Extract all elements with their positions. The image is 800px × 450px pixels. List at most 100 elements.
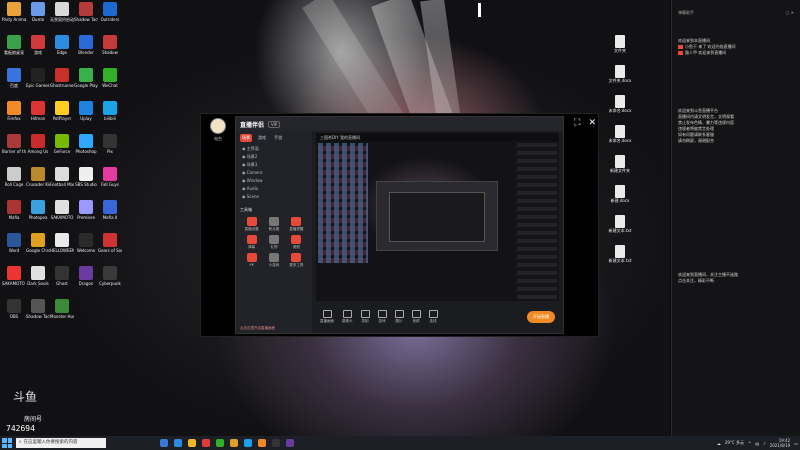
tool-button[interactable]: 更多工具 [287, 253, 306, 268]
source-button[interactable]: 录制 [360, 310, 370, 324]
sidebar-tab[interactable]: 场景 [240, 134, 252, 142]
desktop-icon[interactable]: HELLOWEEN [50, 233, 74, 253]
desktop-icon[interactable]: Photoshop [74, 134, 98, 154]
tool-button[interactable]: 小游戏 [264, 253, 283, 268]
desktop-icon[interactable]: OBS [2, 299, 26, 319]
desktop-icon[interactable]: Ghost [50, 266, 74, 286]
source-button[interactable]: 摄像头 [342, 310, 353, 324]
desktop-icon[interactable]: Pix [98, 134, 122, 154]
desktop-icon[interactable]: Ghostrunner [50, 68, 74, 88]
vip-badge[interactable]: VIP [268, 120, 281, 128]
douyu-icon[interactable] [258, 439, 266, 447]
chat-controls[interactable]: ▢ ✕ [786, 10, 794, 18]
desktop-icon[interactable]: SBS Studio [74, 167, 98, 187]
volume-icon[interactable]: ♪ [763, 441, 766, 446]
weather-text[interactable]: 29°C 多云 [725, 440, 744, 446]
desktop-icon[interactable]: GeForce [50, 134, 74, 154]
scene-item[interactable]: ◉ Scene [236, 193, 312, 201]
desktop-icon[interactable]: Crusader Kings III [26, 167, 50, 187]
desktop-icon[interactable]: Photopea [26, 200, 50, 220]
desktop-icon[interactable]: Cyberpunk [98, 266, 122, 286]
scene-item[interactable]: ◉ 主界面 [236, 145, 312, 153]
windows-start-icon[interactable] [2, 438, 12, 448]
desktop-icon[interactable]: Hitman [26, 101, 50, 121]
chevron-up-icon[interactable]: ^ [748, 441, 751, 446]
task-view-icon[interactable] [160, 439, 168, 447]
desktop-icon[interactable]: Premiere [74, 200, 98, 220]
weather-icon[interactable]: ☁ [717, 441, 721, 446]
desktop-icon[interactable]: Welcome [74, 233, 98, 253]
desktop-icon[interactable]: 看板娘桌宠 [2, 35, 26, 55]
desktop-file[interactable]: 未命名.docx [608, 125, 632, 143]
file-explorer-icon[interactable] [188, 439, 196, 447]
desktop-icon[interactable]: Fall Guys [98, 167, 122, 187]
desktop-icon[interactable]: 游戏 [26, 35, 50, 55]
network-icon[interactable]: ▤ [755, 441, 759, 446]
desktop-icon[interactable]: Dumb [26, 2, 50, 22]
source-button[interactable]: 游戏 [377, 310, 387, 324]
desktop-icon[interactable]: 无畏契约启动 [50, 2, 74, 22]
desktop-icon[interactable]: SAKAMOTO 2 [2, 266, 26, 286]
app-icon[interactable] [202, 439, 210, 447]
desktop-icon[interactable]: Mafia II [98, 200, 122, 220]
desktop-file[interactable]: 新建文本.txt [608, 215, 632, 233]
sidebar-tab[interactable]: 游戏 [256, 134, 268, 142]
chrome-icon[interactable] [230, 439, 238, 447]
desktop-icon[interactable]: Blender [74, 35, 98, 55]
desktop-icon[interactable]: Mafia [2, 200, 26, 220]
desktop-icon[interactable]: Party Animals [2, 2, 26, 22]
source-button[interactable]: 音频 [411, 310, 421, 324]
avatar[interactable] [210, 118, 226, 134]
desktop-icon[interactable]: Edge [50, 35, 74, 55]
scene-item[interactable]: ◉ Window [236, 177, 312, 185]
tool-button[interactable]: 礼物 [264, 235, 283, 250]
steam-icon[interactable] [286, 439, 294, 447]
bilibili-icon[interactable] [244, 439, 252, 447]
desktop-icon[interactable]: Shadow Tactics [74, 2, 98, 22]
close-icon[interactable]: ✕ [588, 118, 596, 128]
desktop-file[interactable]: 新建.docx [608, 185, 632, 203]
desktop-icon[interactable]: Dragon [74, 266, 98, 286]
desktop-icon[interactable]: Firefox [2, 101, 26, 121]
preview-canvas[interactable] [316, 141, 559, 301]
fullscreen-icon[interactable]: ⛶ [574, 118, 580, 128]
desktop-icon[interactable]: Word [2, 233, 26, 253]
desktop-file[interactable]: 文件夹 [608, 35, 632, 53]
source-button[interactable]: 直播画面 [320, 310, 334, 324]
desktop-file[interactable]: 未命名.docx [608, 95, 632, 113]
desktop-icon[interactable]: Roll Cage [2, 167, 26, 187]
desktop-icon[interactable]: Google Play [74, 68, 98, 88]
desktop-icon[interactable]: Google Chrome [26, 233, 50, 253]
desktop-icon[interactable]: SAKAMOTO [50, 200, 74, 220]
desktop-file[interactable]: 新建文件夹 [608, 155, 632, 173]
desktop-icon[interactable]: Monster Hunter [50, 299, 74, 319]
user-profile[interactable]: 电台 [205, 118, 231, 142]
edge-icon[interactable] [174, 439, 182, 447]
scene-item[interactable]: ◉ Camera [236, 169, 312, 177]
desktop-icon[interactable]: Shadow [98, 35, 122, 55]
tool-button[interactable]: 直播设置 [242, 217, 261, 232]
desktop-icon[interactable]: Uplay [74, 101, 98, 121]
desktop-file[interactable]: 文件夹.docx [608, 65, 632, 83]
clock[interactable]: 19:42 2021/8/19 [770, 438, 791, 448]
desktop-file[interactable]: 新建文本.txt [608, 245, 632, 263]
desktop-icon[interactable]: Dark Souls [26, 266, 50, 286]
notification-icon[interactable]: ▭ [794, 441, 798, 446]
desktop-icon[interactable]: Gears of Sonic 2 [98, 233, 122, 253]
desktop-icon[interactable]: WeChat [98, 68, 122, 88]
desktop-icon[interactable]: Epic Games Launcher [26, 68, 50, 88]
tool-button[interactable]: PK [242, 253, 261, 268]
desktop-icon[interactable]: bilibili [98, 101, 122, 121]
scene-item[interactable]: ◉ 场景2 [236, 153, 312, 161]
tool-button[interactable]: 弹幕 [242, 235, 261, 250]
desktop-icon[interactable]: Shadow Tactics 2 [26, 299, 50, 319]
desktop-icon[interactable]: Football Manager [50, 167, 74, 187]
obs-icon[interactable] [272, 439, 280, 447]
source-button[interactable]: 连线 [428, 310, 438, 324]
taskbar-search-input[interactable]: ⌕ 在这里输入你要搜索的内容 [16, 438, 106, 448]
scene-item[interactable]: ◉ Audio [236, 185, 312, 193]
start-live-button[interactable]: 开始直播 [527, 311, 555, 323]
source-button[interactable]: 图片 [394, 310, 404, 324]
wechat-icon[interactable] [216, 439, 224, 447]
start-hint[interactable]: 点击这里开启直播画面 [240, 326, 275, 331]
